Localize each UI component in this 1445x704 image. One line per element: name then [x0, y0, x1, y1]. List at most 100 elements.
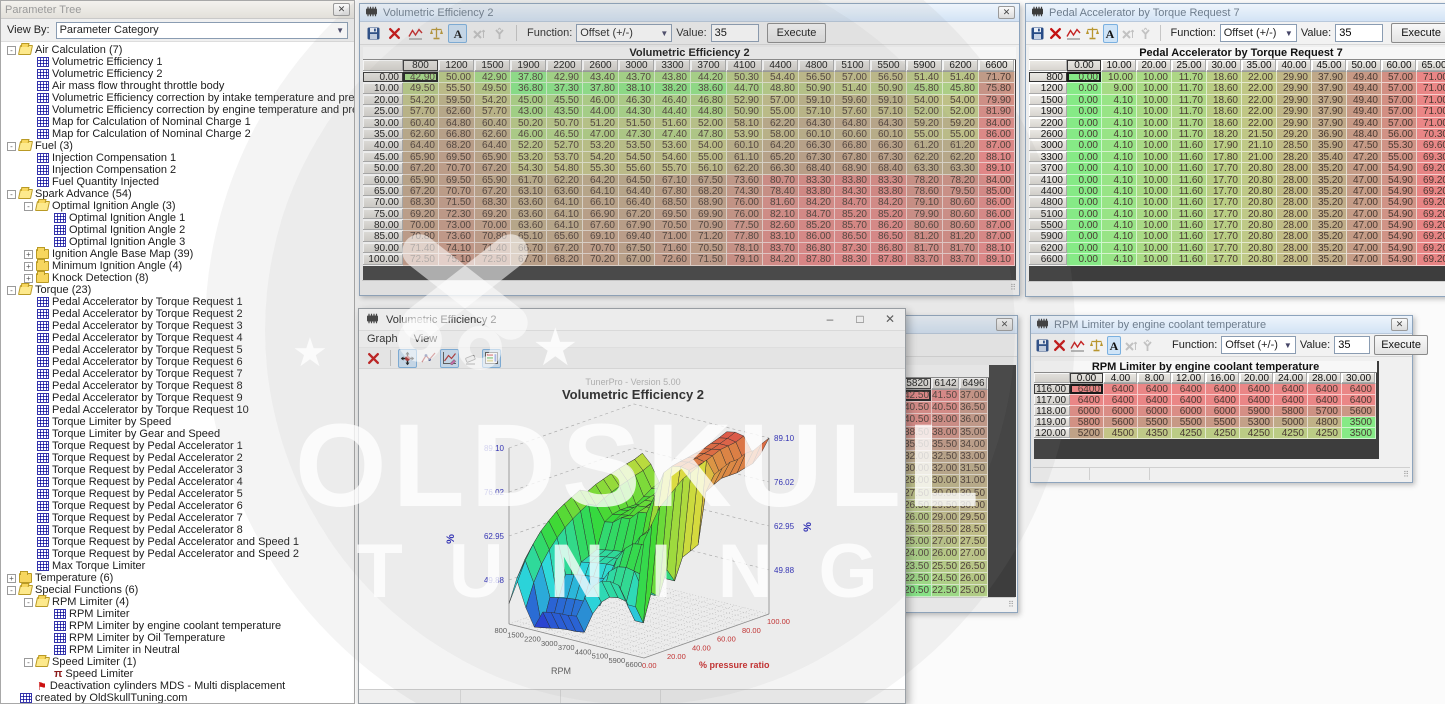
close-icon[interactable]	[364, 349, 383, 368]
table-cell[interactable]: 79.10	[907, 197, 943, 208]
table-cell[interactable]: 49.50	[475, 83, 511, 94]
table-cell[interactable]: 79.50	[943, 186, 979, 197]
table-cell[interactable]: 55.00	[1382, 152, 1417, 163]
row-header[interactable]: 80.00	[363, 220, 403, 231]
row-header[interactable]: 35.00	[363, 129, 403, 140]
table-cell[interactable]: 62.20	[763, 118, 799, 129]
table-cell[interactable]: 82.10	[763, 209, 799, 220]
table-cell[interactable]: 88.10	[979, 243, 1015, 254]
table-cell[interactable]: 26.50	[960, 561, 988, 573]
table-cell[interactable]: 59.60	[835, 95, 871, 106]
table-cell[interactable]: 55.50	[439, 83, 475, 94]
table-cell[interactable]: 5800	[1070, 417, 1104, 428]
column-header[interactable]: 6600	[979, 60, 1015, 72]
tree-item[interactable]: Pedal Accelerator by Torque Request 4	[1, 332, 354, 344]
table-cell[interactable]: 59.20	[943, 118, 979, 129]
table-cell[interactable]: 87.80	[799, 254, 835, 265]
table-cell[interactable]: 56.50	[799, 72, 835, 83]
table-cell[interactable]: 10.00	[1137, 220, 1172, 231]
row-header[interactable]: 4800	[1029, 197, 1067, 208]
table-cell[interactable]: 77.80	[727, 231, 763, 242]
y-axis-icon[interactable]	[490, 24, 509, 43]
table-cell[interactable]: 84.00	[979, 175, 1015, 186]
table-cell[interactable]: 20.80	[1242, 243, 1277, 254]
table-cell[interactable]: 69.20	[475, 209, 511, 220]
table-cell[interactable]: 70.30	[1417, 129, 1445, 140]
table-cell[interactable]: 66.80	[439, 129, 475, 140]
maximize-button[interactable]: □	[845, 309, 875, 330]
table-cell[interactable]: 70.20	[583, 254, 619, 265]
table-cell[interactable]: 54.90	[1382, 163, 1417, 174]
table-cell[interactable]: 67.00	[619, 254, 655, 265]
table-cell[interactable]: 80.60	[943, 197, 979, 208]
menu-view[interactable]: View	[406, 333, 446, 345]
table-cell[interactable]: 9.00	[1102, 83, 1137, 94]
table-cell[interactable]: 11.60	[1172, 186, 1207, 197]
table-cell[interactable]: 0.00	[1067, 140, 1102, 151]
table-cell[interactable]: 64.40	[619, 186, 655, 197]
table-cell[interactable]: 64.30	[871, 118, 907, 129]
table-cell[interactable]: 88.30	[835, 254, 871, 265]
table-cell[interactable]: 22.00	[1242, 118, 1277, 129]
table-cell[interactable]: 69.20	[1417, 186, 1445, 197]
pan-icon[interactable]	[398, 349, 417, 368]
table-cell[interactable]: 6400	[1342, 384, 1376, 395]
table-cell[interactable]: 78.60	[907, 186, 943, 197]
row-header[interactable]: 120.00	[1034, 428, 1070, 439]
table-cell[interactable]: 20.80	[1242, 254, 1277, 265]
table-cell[interactable]: 55.70	[655, 163, 691, 174]
table-cell[interactable]: 67.20	[619, 209, 655, 220]
table-cell[interactable]: 76.00	[727, 209, 763, 220]
column-header[interactable]: 40.00	[1277, 60, 1312, 72]
table-cell[interactable]: 4.10	[1102, 220, 1137, 231]
column-header[interactable]: 25.00	[1172, 60, 1207, 72]
table-cell[interactable]: 83.80	[871, 186, 907, 197]
table-cell[interactable]: 70.90	[691, 220, 727, 231]
table-cell[interactable]: 57.00	[1382, 106, 1417, 117]
tree-item[interactable]: RPM Limiter	[1, 608, 354, 620]
table-cell[interactable]: 51.50	[619, 118, 655, 129]
table-cell[interactable]: 4250	[1206, 428, 1240, 439]
tree-item[interactable]: Pedal Accelerator by Torque Request 9	[1, 392, 354, 404]
table-cell[interactable]: 55.60	[619, 163, 655, 174]
table-cell[interactable]: 37.90	[1312, 72, 1347, 83]
column-header[interactable]: 30.00	[1342, 373, 1376, 384]
table-cell[interactable]: 66.40	[619, 197, 655, 208]
tree-item[interactable]: Air mass flow throught throttle body	[1, 80, 354, 92]
table-cell[interactable]: 69.20	[1417, 175, 1445, 186]
table-cell[interactable]: 43.70	[619, 72, 655, 83]
row-header[interactable]: 25.00	[363, 106, 403, 117]
compare-icon[interactable]	[1084, 24, 1101, 43]
column-header[interactable]: 5100	[835, 60, 871, 72]
table-cell[interactable]: 35.00	[960, 427, 988, 439]
row-header[interactable]: 90.00	[363, 243, 403, 254]
table-cell[interactable]: 83.70	[763, 243, 799, 254]
table-cell[interactable]: 46.30	[619, 95, 655, 106]
tree-item[interactable]: -Special Functions (6)	[1, 584, 354, 596]
table-cell[interactable]: 42.50	[904, 390, 932, 402]
tree-item[interactable]: RPM Limiter by engine coolant temperatur…	[1, 620, 354, 632]
table-cell[interactable]: 20.80	[1242, 231, 1277, 242]
table-cell[interactable]: 43.50	[547, 106, 583, 117]
table-cell[interactable]: 78.20	[943, 175, 979, 186]
tree-item[interactable]: Map for Calculation of Nominal Charge 2	[1, 128, 354, 140]
table-cell[interactable]: 50.20	[511, 118, 547, 129]
table-cell[interactable]: 86.20	[871, 220, 907, 231]
graph-titlebar[interactable]: Volumetric Efficiency 2 – □ ✕	[359, 309, 905, 331]
table-cell[interactable]: 46.00	[583, 95, 619, 106]
table-cell[interactable]: 30.00	[904, 463, 932, 475]
row-header[interactable]: 70.00	[363, 197, 403, 208]
compare-icon[interactable]	[1088, 336, 1105, 355]
table-cell[interactable]: 85.20	[799, 220, 835, 231]
table-cell[interactable]: 6400	[1206, 384, 1240, 395]
table-cell[interactable]: 71.50	[691, 254, 727, 265]
table-cell[interactable]: 69.90	[691, 209, 727, 220]
tree-item[interactable]: Pedal Accelerator by Torque Request 7	[1, 368, 354, 380]
table-cell[interactable]: 5700	[1308, 406, 1342, 417]
table-cell[interactable]: 28.50	[960, 524, 988, 536]
table-cell[interactable]: 66.10	[583, 197, 619, 208]
table-cell[interactable]: 36.80	[511, 83, 547, 94]
column-header[interactable]: 50.00	[1347, 60, 1382, 72]
tree-item[interactable]: -Air Calculation (7)	[1, 44, 354, 56]
table-cell[interactable]: 66.80	[835, 140, 871, 151]
